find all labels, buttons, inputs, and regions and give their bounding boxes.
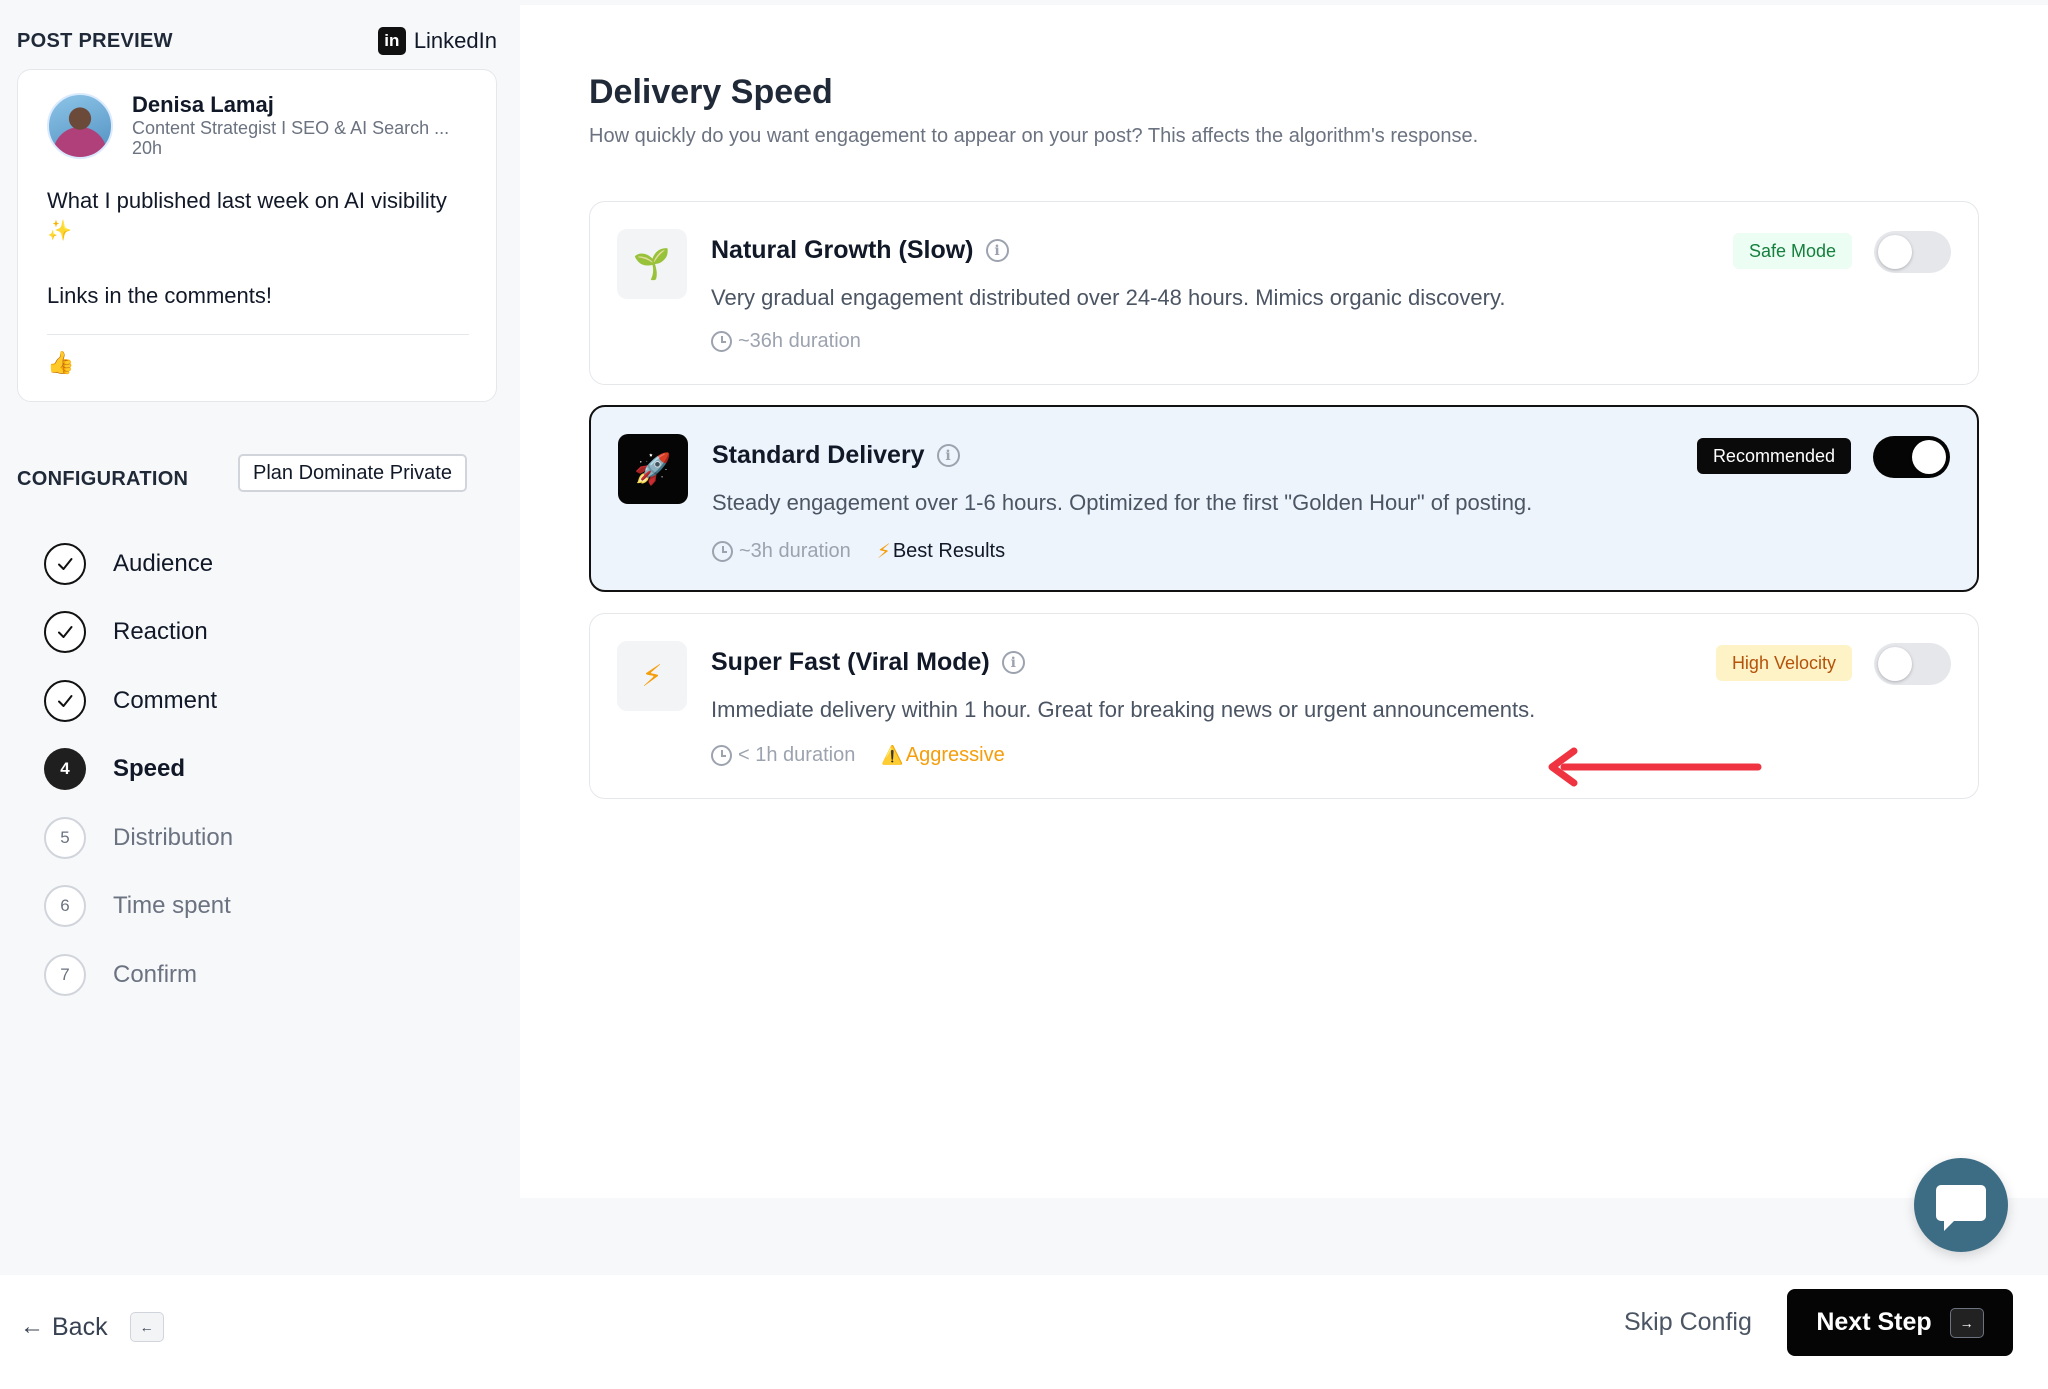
back-button[interactable]: ← Back ← — [20, 1305, 164, 1349]
option-title: Natural Growth (Slow) i — [711, 236, 1009, 265]
step-reaction[interactable]: Reaction — [44, 611, 208, 653]
lightning-icon: ⚡ — [876, 541, 891, 563]
post-links-text: Links in the comments! — [47, 283, 272, 308]
post-divider — [47, 334, 469, 335]
sparkle-icon: ✨ — [47, 220, 72, 242]
option-title-text: Super Fast (Viral Mode) — [711, 648, 990, 676]
option-extra-text: Best Results — [892, 540, 1006, 562]
option-toggle[interactable] — [1873, 436, 1950, 478]
option-duration: ~3h duration — [739, 540, 851, 562]
post-preview-title: POST PREVIEW — [17, 29, 173, 52]
thumbs-up-icon: 👍 — [47, 350, 75, 375]
option-title: Super Fast (Viral Mode) i — [711, 648, 1025, 677]
step-confirm[interactable]: 7 Confirm — [44, 954, 197, 996]
option-description: Steady engagement over 1-6 hours. Optimi… — [712, 490, 1533, 515]
option-meta: ~36h duration — [711, 330, 861, 353]
option-standard-delivery[interactable]: 🚀 Standard Delivery i Steady engagement … — [589, 405, 1979, 592]
configuration-title: CONFIGURATION — [17, 468, 189, 490]
main-panel: Delivery Speed How quickly do you want e… — [520, 5, 2048, 1198]
option-meta: < 1h duration ⚠️ Aggressive — [711, 744, 1005, 767]
skip-config-button[interactable]: Skip Config — [1624, 1308, 1752, 1337]
back-label: Back — [52, 1312, 108, 1341]
info-icon[interactable]: i — [985, 239, 1009, 262]
status-badge: High Velocity — [1715, 645, 1852, 681]
next-label: Next Step — [1816, 1308, 1932, 1336]
linkedin-icon: in — [377, 27, 406, 55]
info-icon[interactable]: i — [1001, 651, 1025, 674]
step-audience[interactable]: Audience — [44, 543, 213, 585]
option-title: Standard Delivery i — [712, 441, 960, 470]
page-subtitle: How quickly do you want engagement to ap… — [589, 125, 1479, 147]
status-badge: Recommended — [1696, 438, 1851, 474]
rocket-icon: 🚀 — [618, 434, 688, 504]
toggle-knob — [1878, 235, 1912, 269]
post-time: 20h — [132, 138, 163, 158]
step-label: Time spent — [113, 892, 231, 919]
next-step-button[interactable]: Next Step → — [1787, 1289, 2013, 1356]
post-preview-card: Denisa Lamaj Content Strategist I SEO & … — [17, 69, 497, 402]
platform-label: LinkedIn — [413, 28, 497, 53]
step-number: 7 — [44, 954, 86, 996]
option-natural-growth[interactable]: 🌱 Natural Growth (Slow) i Very gradual e… — [589, 201, 1979, 385]
chat-button[interactable] — [1914, 1158, 2008, 1252]
plan-badge: Plan Dominate Private — [238, 454, 467, 492]
page-title: Delivery Speed — [589, 73, 833, 111]
option-title-text: Natural Growth (Slow) — [711, 236, 974, 264]
post-text: What I published last week on AI visibil… — [47, 188, 447, 213]
step-label: Confirm — [113, 961, 198, 988]
clock-icon — [711, 745, 732, 766]
clock-icon — [712, 541, 733, 562]
sidebar: POST PREVIEW in LinkedIn Denisa Lamaj Co… — [0, 0, 520, 1275]
step-label: Reaction — [113, 618, 208, 645]
seedling-icon: 🌱 — [617, 229, 687, 299]
step-speed[interactable]: 4 Speed — [44, 748, 185, 790]
back-shortcut-key: ← — [129, 1312, 164, 1342]
toggle-knob — [1912, 440, 1946, 474]
step-distribution[interactable]: 5 Distribution — [44, 817, 233, 859]
step-number: 6 — [44, 885, 86, 927]
option-meta: ~3h duration ⚡ Best Results — [712, 539, 1005, 564]
option-description: Very gradual engagement distributed over… — [711, 285, 1506, 310]
step-comment[interactable]: Comment — [44, 680, 217, 722]
aggressive-label: ⚠️ Aggressive — [881, 744, 1004, 767]
status-badge: Safe Mode — [1732, 233, 1852, 269]
author-name: Denisa Lamaj — [132, 92, 274, 117]
info-icon[interactable]: i — [936, 444, 960, 467]
option-title-text: Standard Delivery — [712, 441, 925, 469]
footer: ← Back ← Skip Config Next Step → — [0, 1275, 2048, 1389]
clock-icon — [711, 331, 732, 352]
option-duration: ~36h duration — [738, 330, 861, 352]
check-icon — [44, 680, 86, 722]
author-headline: Content Strategist I SEO & AI Search ... — [132, 118, 450, 138]
best-results-label: ⚡ Best Results — [877, 539, 1005, 564]
step-number: 4 — [44, 748, 86, 790]
toggle-knob — [1878, 647, 1912, 681]
step-label: Distribution — [113, 824, 234, 851]
annotation-arrow-icon — [1548, 747, 1762, 787]
platform-indicator: in LinkedIn — [377, 27, 497, 55]
option-extra-text: Aggressive — [905, 744, 1005, 766]
next-shortcut-key: → — [1949, 1307, 1984, 1338]
option-toggle[interactable] — [1874, 231, 1951, 273]
check-icon — [44, 543, 86, 585]
step-label: Comment — [113, 687, 218, 714]
step-time-spent[interactable]: 6 Time spent — [44, 885, 231, 927]
post-preview-header: POST PREVIEW in LinkedIn — [17, 24, 497, 58]
arrow-left-icon: ← — [20, 1313, 44, 1340]
step-label: Audience — [113, 550, 214, 577]
option-duration: < 1h duration — [738, 744, 856, 766]
step-number: 5 — [44, 817, 86, 859]
check-icon — [44, 611, 86, 653]
option-description: Immediate delivery within 1 hour. Great … — [711, 697, 1536, 722]
avatar — [47, 93, 113, 159]
chat-icon — [1936, 1185, 1986, 1231]
lightning-icon: ⚡ — [617, 641, 687, 711]
option-super-fast[interactable]: ⚡ Super Fast (Viral Mode) i Immediate de… — [589, 613, 1979, 799]
step-label: Speed — [113, 755, 186, 782]
warning-icon: ⚠️ — [881, 745, 904, 765]
option-toggle[interactable] — [1874, 643, 1951, 685]
